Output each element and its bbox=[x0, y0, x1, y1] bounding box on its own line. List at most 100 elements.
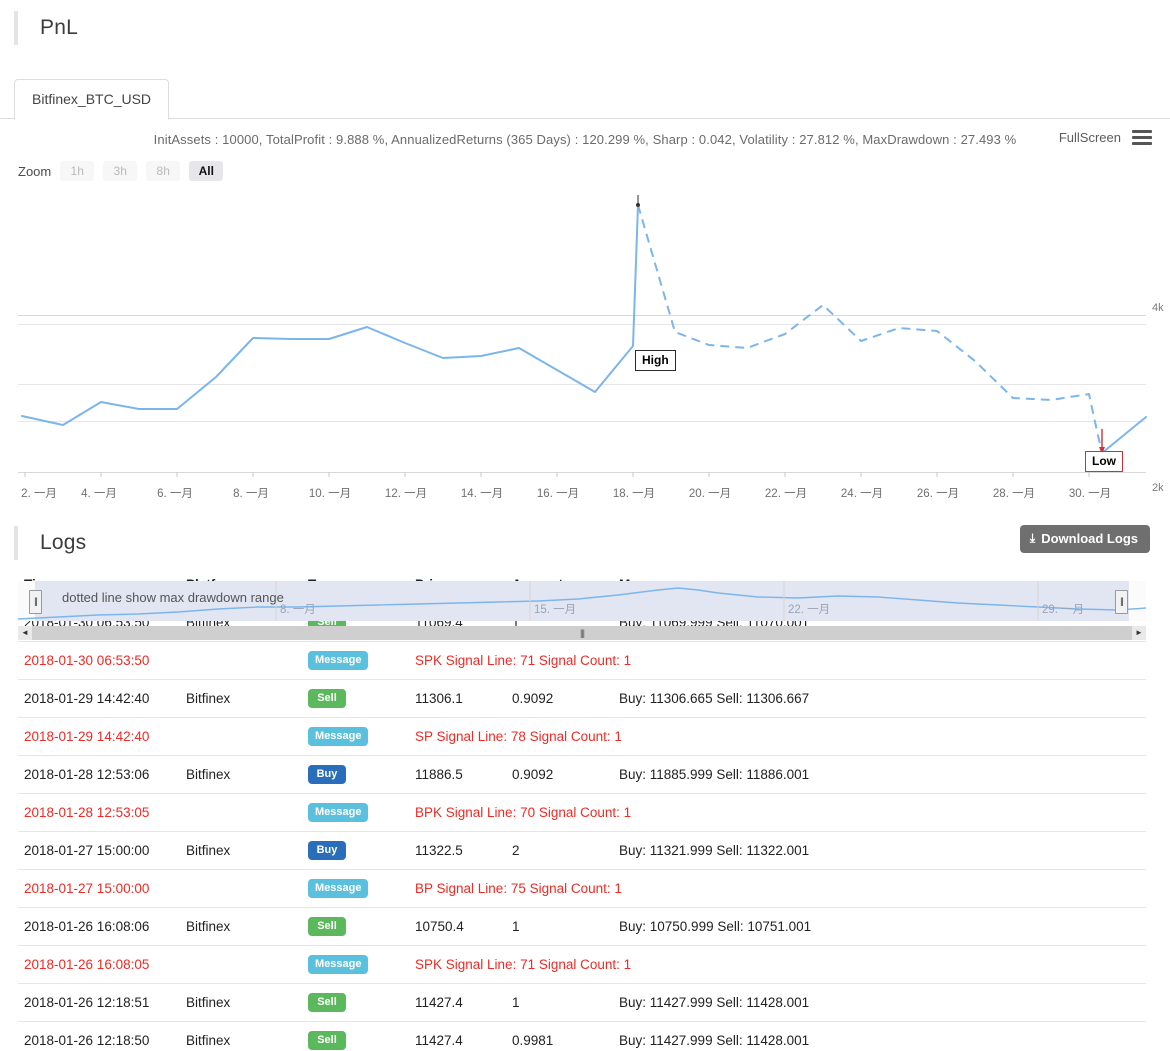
cell-time: 2018-01-26 12:18:51 bbox=[18, 984, 180, 1022]
chart-plot-area[interactable]: 4k 2k 0 −2k bbox=[0, 181, 1170, 511]
table-row[interactable]: 2018-01-29 14:42:40 MessageSP Signal Line… bbox=[18, 718, 1146, 756]
zoom-button-1h[interactable]: 1h bbox=[60, 161, 94, 181]
cell-message: Buy: 11885.999 Sell: 11886.001 bbox=[613, 756, 1146, 794]
status-badge: Message bbox=[308, 651, 368, 670]
cell-time: 2018-01-29 14:42:40 bbox=[18, 680, 180, 718]
xtick-4: 10. 一月 bbox=[309, 488, 351, 500]
cell-type: Buy bbox=[302, 756, 409, 794]
chart-x-axis-labels: 2. 一月 4. 一月 6. 一月 8. 一月 10. 一月 12. 一月 14… bbox=[21, 488, 1111, 500]
xtick-11: 24. 一月 bbox=[841, 488, 883, 500]
cell-price: 11306.1 bbox=[409, 680, 506, 718]
cell-time: 2018-01-29 14:42:40 bbox=[18, 718, 180, 756]
table-row[interactable]: 2018-01-28 12:53:05MessageBPK Signal Lin… bbox=[18, 794, 1146, 832]
logs-title-row: Logs bbox=[0, 515, 1170, 571]
navigator-note: dotted line show max drawdown range bbox=[62, 590, 284, 605]
logs-title: Logs bbox=[40, 531, 86, 555]
chart-scrollbar[interactable]: ◄ ||| ► bbox=[18, 626, 1146, 640]
cell-platform: Bitfinex bbox=[180, 756, 302, 794]
cell-platform bbox=[180, 794, 302, 832]
cell-price: 11886.5 bbox=[409, 756, 506, 794]
page-title: PnL bbox=[40, 16, 78, 40]
table-row[interactable]: 2018-01-26 12:18:51BitfinexSell11427.41B… bbox=[18, 984, 1146, 1022]
scrollbar-arrow-right-icon[interactable]: ► bbox=[1132, 626, 1146, 640]
cell-platform: Bitfinex bbox=[180, 832, 302, 870]
cell-platform: Bitfinex bbox=[180, 984, 302, 1022]
scrollbar-grip-icon[interactable]: ||| bbox=[580, 628, 584, 638]
cell-message: SP Signal Line: 78 Signal Count: 1 bbox=[409, 718, 1146, 756]
table-row[interactable]: 2018-01-26 12:18:50BitfinexSell11427.40.… bbox=[18, 1022, 1146, 1051]
cell-type: Message bbox=[302, 870, 409, 908]
status-badge: Sell bbox=[308, 917, 346, 936]
status-badge: Message bbox=[308, 955, 368, 974]
cell-type: Sell bbox=[302, 1022, 409, 1051]
status-badge: Sell bbox=[308, 993, 346, 1012]
cell-time: 2018-01-27 15:00:00 bbox=[18, 832, 180, 870]
cell-message: Buy: 11427.999 Sell: 11428.001 bbox=[613, 984, 1146, 1022]
cell-type: Message bbox=[302, 718, 409, 756]
cell-time: 2018-01-26 16:08:05 bbox=[18, 946, 180, 984]
cell-amount: 0.9981 bbox=[506, 1022, 613, 1051]
cell-type: Message bbox=[302, 642, 409, 680]
chart-navigator[interactable]: 8. 一月 15. 一月 22. 一月 29. 一月 dotted line s… bbox=[18, 579, 1146, 623]
cell-message: Buy: 11427.999 Sell: 11428.001 bbox=[613, 1022, 1146, 1051]
chart-annotation-low[interactable]: Low bbox=[1085, 451, 1123, 472]
navigator-tick-2: 22. 一月 bbox=[788, 604, 830, 616]
xtick-0: 2. 一月 bbox=[21, 488, 57, 500]
hamburger-icon[interactable] bbox=[1132, 127, 1152, 148]
cell-type: Sell bbox=[302, 680, 409, 718]
cell-type: Buy bbox=[302, 832, 409, 870]
table-row[interactable]: 2018-01-26 16:08:05MessageSPK Signal Lin… bbox=[18, 946, 1146, 984]
xtick-6: 14. 一月 bbox=[461, 488, 503, 500]
pnl-panel-header: PnL bbox=[0, 0, 1170, 56]
chart-svg: 4k 2k 0 −2k bbox=[0, 181, 1170, 511]
table-row[interactable]: 2018-01-30 06:53:50MessageSPK Signal Lin… bbox=[18, 642, 1146, 680]
chart-annotation-high[interactable]: High bbox=[635, 350, 676, 371]
cell-amount: 1 bbox=[506, 908, 613, 946]
cell-message: Buy: 11321.999 Sell: 11322.001 bbox=[613, 832, 1146, 870]
download-icon: ⤓ bbox=[1030, 531, 1035, 546]
cell-price: 11322.5 bbox=[409, 832, 506, 870]
navigator-handle-right[interactable]: || bbox=[1115, 590, 1128, 614]
cell-time: 2018-01-26 12:18:50 bbox=[18, 1022, 180, 1051]
ytick-2k: 2k bbox=[1152, 482, 1164, 494]
table-row[interactable]: 2018-01-26 16:08:06BitfinexSell10750.41B… bbox=[18, 908, 1146, 946]
chart-controls: FullScreen bbox=[1059, 127, 1152, 148]
logs-panel-header: Logs ⤓ Download Logs bbox=[0, 515, 1170, 571]
cell-amount: 1 bbox=[506, 984, 613, 1022]
navigator-tick-3: 29. 一月 bbox=[1042, 604, 1084, 616]
download-logs-button[interactable]: ⤓ Download Logs bbox=[1020, 525, 1150, 553]
zoom-button-8h[interactable]: 8h bbox=[146, 161, 180, 181]
chart-gridlines bbox=[18, 325, 1146, 422]
xtick-10: 22. 一月 bbox=[765, 488, 807, 500]
table-row[interactable]: 2018-01-29 14:42:40BitfinexSell11306.10.… bbox=[18, 680, 1146, 718]
table-row[interactable]: 2018-01-27 15:00:00MessageBP Signal Line… bbox=[18, 870, 1146, 908]
status-badge: Message bbox=[308, 879, 368, 898]
cell-price: 10750.4 bbox=[409, 908, 506, 946]
cell-amount: 0.9092 bbox=[506, 756, 613, 794]
tab-bitfinex-btc-usd[interactable]: Bitfinex_BTC_USD bbox=[14, 79, 169, 120]
table-row[interactable]: 2018-01-28 12:53:06BitfinexBuy11886.50.9… bbox=[18, 756, 1146, 794]
cell-platform bbox=[180, 870, 302, 908]
status-badge: Sell bbox=[308, 1031, 346, 1050]
cell-platform bbox=[180, 718, 302, 756]
cell-price: 11427.4 bbox=[409, 1022, 506, 1051]
chart-y-axis-labels: 4k 2k 0 −2k bbox=[1152, 302, 1170, 511]
pnl-page: PnL Bitfinex_BTC_USD InitAssets : 10000,… bbox=[0, 0, 1170, 1051]
logs-table: Time Platform Type Price Amount Message … bbox=[18, 571, 1146, 1051]
xtick-14: 30. 一月 bbox=[1069, 488, 1111, 500]
cell-message: BP Signal Line: 75 Signal Count: 1 bbox=[409, 870, 1146, 908]
table-row[interactable]: 2018-01-27 15:00:00BitfinexBuy11322.52Bu… bbox=[18, 832, 1146, 870]
chart-series-recovery-solid bbox=[1102, 417, 1146, 453]
pnl-chart: InitAssets : 10000, TotalProfit : 9.888 … bbox=[0, 119, 1170, 509]
cell-platform: Bitfinex bbox=[180, 908, 302, 946]
cell-amount: 2 bbox=[506, 832, 613, 870]
status-badge: Buy bbox=[308, 765, 346, 784]
zoom-button-all[interactable]: All bbox=[189, 161, 223, 181]
cell-amount: 0.9092 bbox=[506, 680, 613, 718]
status-badge: Sell bbox=[308, 689, 346, 708]
cell-message: Buy: 10750.999 Sell: 10751.001 bbox=[613, 908, 1146, 946]
scrollbar-arrow-left-icon[interactable]: ◄ bbox=[18, 626, 32, 640]
navigator-handle-left[interactable]: || bbox=[29, 590, 42, 614]
zoom-button-3h[interactable]: 3h bbox=[103, 161, 137, 181]
fullscreen-label[interactable]: FullScreen bbox=[1059, 130, 1121, 145]
